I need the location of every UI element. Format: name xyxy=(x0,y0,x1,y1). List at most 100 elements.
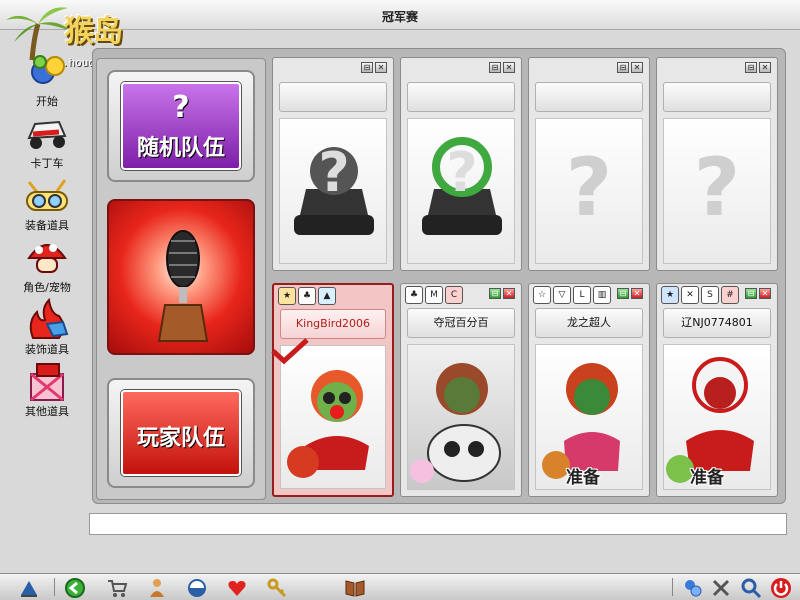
kart-icon xyxy=(27,120,67,149)
trophy-icon xyxy=(157,230,209,342)
book-icon[interactable] xyxy=(344,577,366,599)
slot-slider-button[interactable]: ⊟ xyxy=(489,62,501,73)
slot-ready-button[interactable]: ⊟ xyxy=(617,288,629,299)
sidebar-item-kart[interactable]: 卡丁车 xyxy=(0,112,94,171)
trophy-display xyxy=(107,199,255,355)
slot-kick-button[interactable]: ✕ xyxy=(631,288,643,299)
top-slot-empty[interactable]: ⊟ ✕ ? xyxy=(528,57,650,271)
unknown-kart-icon: ? xyxy=(294,141,374,235)
empty-slot-question: ? xyxy=(693,141,741,234)
top-slot-empty[interactable]: ⊟ ✕ ? xyxy=(656,57,778,271)
slot-kick-button[interactable]: ✕ xyxy=(759,288,771,299)
heart-icon[interactable] xyxy=(226,577,248,599)
slot-close-button[interactable]: ✕ xyxy=(375,62,387,73)
slot-slider-button[interactable]: ⊟ xyxy=(361,62,373,73)
sidebar: 开始 卡丁车 装备道具 角色/宠物 装饰道具 其他道具 xyxy=(0,30,94,550)
sidebar-item-label: 装备道具 xyxy=(25,219,69,232)
random-team-button[interactable]: ? 随机队伍 xyxy=(107,70,255,182)
power-icon[interactable] xyxy=(770,577,792,599)
player-portrait: 准备 xyxy=(535,344,643,490)
ready-status: 准备 xyxy=(690,468,724,488)
l2-badge-icon: L xyxy=(573,286,591,304)
slot-name-bar xyxy=(535,82,643,112)
taskbar-separator xyxy=(54,578,55,596)
star-badge-icon: ★ xyxy=(278,287,296,305)
player-team-button[interactable]: 玩家队伍 xyxy=(107,378,255,488)
slot-kick-button[interactable]: ✕ xyxy=(503,288,515,299)
character-avatar-icon xyxy=(410,363,501,483)
slot-slider-button[interactable]: ⊟ xyxy=(745,62,757,73)
chat-input[interactable] xyxy=(89,513,787,535)
magnifier-icon[interactable] xyxy=(740,577,762,599)
slot-name-bar xyxy=(663,82,771,112)
number-badge-icon: # xyxy=(721,286,739,304)
slot-name-bar xyxy=(407,82,515,112)
player-portrait: 准备 xyxy=(663,344,771,490)
player-name: 夺冠百分百 xyxy=(407,308,515,338)
player-team-label: 玩家队伍 xyxy=(136,426,225,451)
sidebar-item-start[interactable]: 开始 xyxy=(0,50,94,109)
sr-badge-icon: S xyxy=(701,286,719,304)
slot-portrait: ? xyxy=(407,118,515,264)
player-badges: ★ ♣ ▲ xyxy=(278,287,336,307)
sidebar-item-label: 角色/宠物 xyxy=(23,281,71,294)
sidebar-item-label: 卡丁车 xyxy=(30,157,64,170)
bar-badge-icon: ▥ xyxy=(593,286,611,304)
flame-shirt-icon xyxy=(29,298,69,339)
network-icon[interactable] xyxy=(682,577,704,599)
player-badges: ★ ✕ S # xyxy=(661,286,739,306)
slot-ready-button[interactable]: ⊟ xyxy=(745,288,757,299)
random-team-label: 随机队伍 xyxy=(136,136,225,161)
start-icon xyxy=(31,55,65,84)
tools-icon[interactable] xyxy=(710,577,732,599)
slot-slider-button[interactable]: ⊟ xyxy=(617,62,629,73)
castle-badge-icon: ▲ xyxy=(318,287,336,305)
top-slot[interactable]: ⊟ ✕ ? xyxy=(400,57,522,271)
capsule-icon[interactable] xyxy=(186,577,208,599)
top-slot[interactable]: ⊟ ✕ ? xyxy=(272,57,394,271)
player-slot[interactable]: ☆ ▽ L ▥ ⊟ ✕ 龙之超人 准备 xyxy=(528,283,650,497)
character-avatar-icon xyxy=(287,370,369,478)
slot-close-button[interactable]: ✕ xyxy=(631,62,643,73)
player-slot[interactable]: ♣ M C ⊟ ✕ 夺冠百分百 xyxy=(400,283,522,497)
sidebar-item-character-pet[interactable]: 角色/宠物 xyxy=(0,236,94,295)
player-badges: ☆ ▽ L ▥ xyxy=(533,286,611,306)
shield-badge-icon: ▽ xyxy=(553,286,571,304)
deer-badge-icon: ♣ xyxy=(298,287,316,305)
star-badge-icon: ☆ xyxy=(533,286,551,304)
player-slot[interactable]: ★ ✕ S # ⊟ ✕ 辽NJ0774801 准备 xyxy=(656,283,778,497)
question-mark-icon: ? xyxy=(172,90,190,125)
ready-status: 准备 xyxy=(566,468,600,488)
player-slot-selected[interactable]: ★ ♣ ▲ KingBird2006 xyxy=(271,283,394,497)
x-badge-icon: ✕ xyxy=(681,286,699,304)
sidebar-item-label: 装饰道具 xyxy=(25,343,69,356)
back-icon[interactable] xyxy=(64,577,86,599)
star-badge-icon: ★ xyxy=(661,286,679,304)
slot-close-button[interactable]: ✕ xyxy=(503,62,515,73)
player-badges: ♣ M C xyxy=(405,286,463,306)
giftbox-icon xyxy=(30,363,64,402)
slot-close-button[interactable]: ✕ xyxy=(759,62,771,73)
checkmark-icon xyxy=(271,338,309,365)
sidebar-item-equipment[interactable]: 装备道具 xyxy=(0,174,94,233)
sidebar-item-other[interactable]: 其他道具 xyxy=(0,360,94,419)
sidebar-item-decoration[interactable]: 装饰道具 xyxy=(0,298,94,357)
windows-icon[interactable] xyxy=(18,577,40,599)
player-name: 龙之超人 xyxy=(535,308,643,338)
character-icon[interactable] xyxy=(146,577,168,599)
empty-slot-question: ? xyxy=(565,141,613,234)
deer-badge-icon: ♣ xyxy=(405,286,423,304)
svg-text:?: ? xyxy=(318,141,349,204)
slot-ready-button[interactable]: ⊟ xyxy=(489,288,501,299)
unknown-kart-icon: ? xyxy=(422,137,502,235)
taskbar-separator xyxy=(672,578,673,596)
sidebar-item-label: 开始 xyxy=(36,95,58,108)
shop-cart-icon[interactable] xyxy=(106,577,128,599)
mushroom-icon xyxy=(27,244,67,273)
slot-portrait: ? xyxy=(279,118,387,264)
key-icon[interactable] xyxy=(266,577,288,599)
m-badge-icon: M xyxy=(425,286,443,304)
player-name: 辽NJ0774801 xyxy=(663,308,771,338)
player-name: KingBird2006 xyxy=(280,309,386,339)
c-badge-icon: C xyxy=(445,286,463,304)
